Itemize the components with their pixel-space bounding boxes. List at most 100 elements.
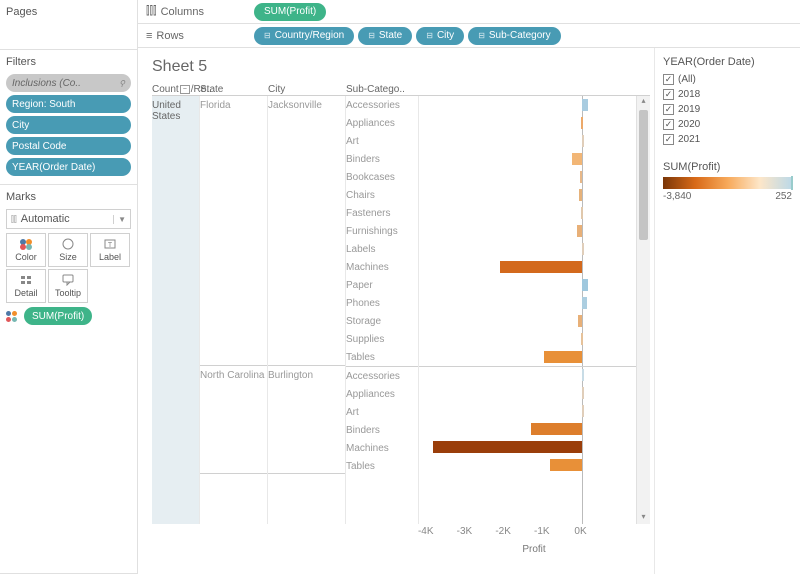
axis-tick: -2K (495, 526, 511, 537)
mark-color-button[interactable]: Color (6, 233, 46, 267)
x-axis-title: Profit (522, 544, 545, 555)
scroll-up-icon[interactable]: ▴ (637, 96, 650, 108)
rows-pill[interactable]: ⊟Country/Region (254, 27, 354, 45)
columns-shelf[interactable]: ⫿⫿⫿Columns SUM(Profit) (138, 0, 800, 24)
subcat-cell[interactable]: Phones (346, 294, 418, 312)
filter-pill[interactable]: Postal Code (6, 137, 131, 155)
checkbox-icon[interactable]: ✓ (663, 119, 674, 130)
bar[interactable] (433, 441, 582, 453)
checkbox-icon[interactable]: ✓ (663, 89, 674, 100)
subcat-cell[interactable]: Appliances (346, 385, 418, 403)
rows-pill[interactable]: ⊟State (358, 27, 412, 45)
year-checkbox-row[interactable]: ✓2021 (663, 132, 792, 147)
svg-text:T: T (108, 242, 113, 249)
subcat-cell[interactable]: Art (346, 132, 418, 150)
marks-type-dropdown[interactable]: ⫿⫿ Automatic ▼ (6, 209, 131, 229)
link-icon: ⚲ (119, 79, 125, 88)
bar[interactable] (577, 225, 582, 237)
bar[interactable] (582, 99, 589, 111)
scroll-down-icon[interactable]: ▾ (637, 512, 650, 524)
checkbox-icon[interactable]: ✓ (663, 104, 674, 115)
header-subcat[interactable]: Sub-Catego.. (346, 84, 650, 95)
year-checkbox-row[interactable]: ✓2018 (663, 87, 792, 102)
bar[interactable] (550, 459, 582, 471)
bar[interactable] (582, 405, 584, 417)
year-legend[interactable]: YEAR(Order Date) ✓(All)✓2018✓2019✓2020✓2… (663, 56, 792, 147)
bar[interactable] (544, 351, 581, 363)
bar[interactable] (582, 369, 584, 381)
year-checkbox-row[interactable]: ✓2019 (663, 102, 792, 117)
minus-icon[interactable]: − (180, 85, 190, 94)
state-cell[interactable]: North Carolina (200, 366, 267, 474)
country-cell[interactable]: United States (152, 96, 200, 524)
bar[interactable] (582, 243, 584, 255)
mark-tooltip-button[interactable]: Tooltip (48, 269, 88, 303)
rows-label: Rows (156, 30, 184, 42)
subcat-cell[interactable]: Furnishings (346, 222, 418, 240)
subcat-cell[interactable]: Bookcases (346, 168, 418, 186)
subcat-cell[interactable]: Supplies (346, 330, 418, 348)
subcat-cell[interactable]: Tables (346, 457, 418, 475)
columns-pill-profit[interactable]: SUM(Profit) (254, 3, 326, 21)
bar[interactable] (579, 189, 581, 201)
gradient-max: 252 (775, 191, 792, 202)
mark-size-button[interactable]: Size (48, 233, 88, 267)
city-cell[interactable]: Burlington (268, 366, 345, 474)
scroll-thumb[interactable] (639, 110, 648, 240)
subcat-cell[interactable]: Accessories (346, 367, 418, 385)
color-legend[interactable]: SUM(Profit) -3,840 252 (663, 161, 792, 202)
rows-pill[interactable]: ⊟Sub-Category (468, 27, 560, 45)
header-state[interactable]: State (200, 84, 268, 95)
subcat-cell[interactable]: Storage (346, 312, 418, 330)
subcat-cell[interactable]: Binders (346, 421, 418, 439)
bar[interactable] (578, 315, 582, 327)
bar[interactable] (582, 297, 587, 309)
subcat-cell[interactable]: Binders (346, 150, 418, 168)
bar[interactable] (581, 117, 583, 129)
rows-shelf[interactable]: ≡Rows ⊟Country/Region⊟State⊟City⊟Sub-Cat… (138, 24, 800, 48)
bar[interactable] (582, 279, 589, 291)
filter-pill[interactable]: YEAR(Order Date) (6, 158, 131, 176)
pages-title: Pages (6, 6, 131, 18)
checkbox-icon[interactable]: ✓ (663, 134, 674, 145)
filter-pill[interactable]: City (6, 116, 131, 134)
filter-pill[interactable]: Region: South (6, 95, 131, 113)
axis-tick: -3K (457, 526, 473, 537)
subcat-cell[interactable]: Accessories (346, 96, 418, 114)
subcat-cell[interactable]: Tables (346, 348, 418, 366)
checkbox-icon[interactable]: ✓ (663, 74, 674, 85)
mark-label-button[interactable]: TLabel (90, 233, 130, 267)
bar[interactable] (572, 153, 582, 165)
gradient-min: -3,840 (663, 191, 691, 202)
subcat-cell[interactable]: Machines (346, 258, 418, 276)
rows-pill[interactable]: ⊟City (416, 27, 464, 45)
subcat-cell[interactable]: Paper (346, 276, 418, 294)
filter-pill[interactable]: Inclusions (Co..⚲ (6, 74, 131, 92)
vertical-scrollbar[interactable]: ▴ ▾ (636, 96, 650, 524)
subcat-cell[interactable]: Fasteners (346, 204, 418, 222)
header-city[interactable]: City (268, 84, 346, 95)
city-cell[interactable]: Jacksonville (268, 96, 345, 366)
marks-title: Marks (6, 191, 131, 203)
subcat-cell[interactable]: Labels (346, 240, 418, 258)
bar[interactable] (581, 333, 583, 345)
bar[interactable] (582, 135, 584, 147)
mark-detail-button[interactable]: Detail (6, 269, 46, 303)
year-checkbox-row[interactable]: ✓2020 (663, 117, 792, 132)
bar[interactable] (581, 207, 583, 219)
subcat-cell[interactable]: Art (346, 403, 418, 421)
year-legend-title: YEAR(Order Date) (663, 56, 792, 68)
bar[interactable] (580, 171, 582, 183)
bar[interactable] (500, 261, 581, 273)
state-cell[interactable]: Florida (200, 96, 267, 366)
year-checkbox-row[interactable]: ✓(All) (663, 72, 792, 87)
header-country[interactable]: Count−/Re.. (152, 84, 200, 95)
subcat-cell[interactable]: Chairs (346, 186, 418, 204)
bar[interactable] (531, 423, 581, 435)
subcat-cell[interactable]: Appliances (346, 114, 418, 132)
color-gradient (663, 177, 792, 189)
automatic-icon: ⫿⫿ (11, 214, 17, 225)
subcat-cell[interactable]: Machines (346, 439, 418, 457)
bar[interactable] (582, 387, 584, 399)
marks-color-pill[interactable]: SUM(Profit) (24, 307, 92, 325)
